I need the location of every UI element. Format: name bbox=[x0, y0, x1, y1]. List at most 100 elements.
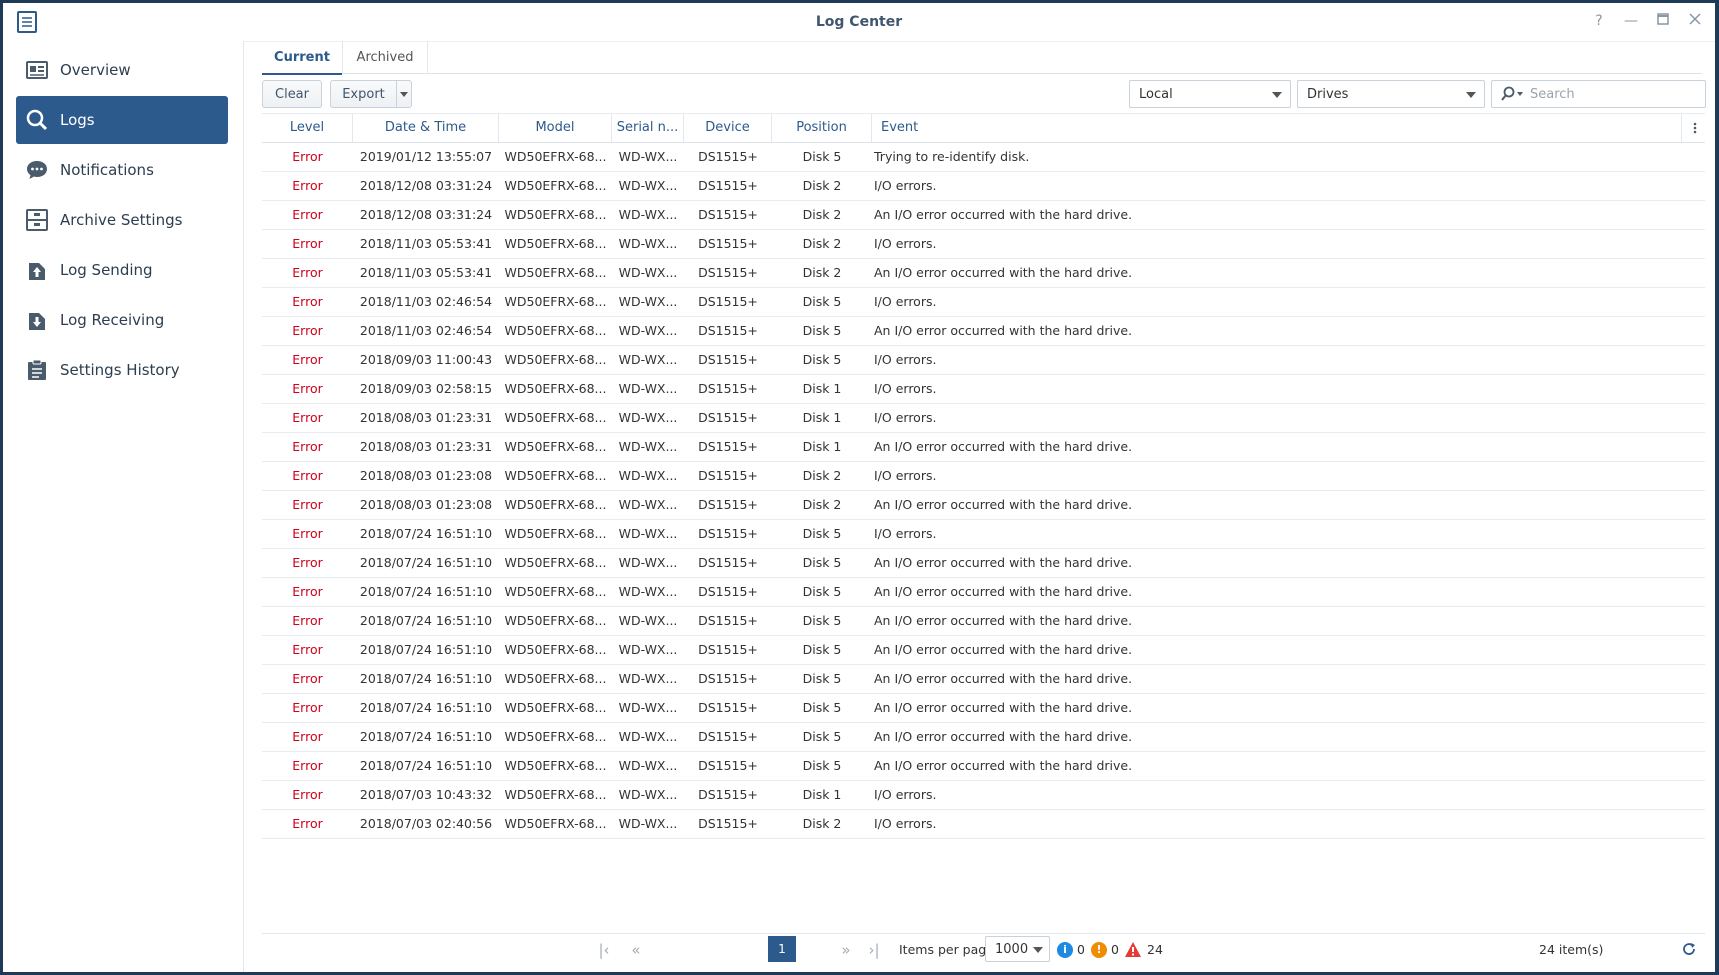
cell-date-time: 2018/08/03 01:23:08 bbox=[359, 468, 493, 483]
cell-model: WD50EFRX-68... bbox=[504, 352, 607, 367]
sidebar-item-logs[interactable]: Logs bbox=[16, 96, 228, 144]
tab-current[interactable]: Current bbox=[262, 41, 342, 75]
column-header-device[interactable]: Device bbox=[684, 114, 772, 142]
search-icon[interactable] bbox=[1500, 86, 1530, 102]
cell-position: Disk 5 bbox=[802, 613, 842, 628]
cell-level: Error bbox=[292, 758, 323, 773]
next-page-icon[interactable]: » bbox=[832, 938, 860, 962]
first-page-icon[interactable]: |‹ bbox=[592, 938, 616, 962]
cell-event: Trying to re-identify disk. bbox=[874, 149, 1030, 164]
log-type-select[interactable]: Drives bbox=[1297, 80, 1485, 108]
cell-level: Error bbox=[292, 816, 323, 831]
column-header-level[interactable]: Level bbox=[262, 114, 353, 142]
source-select[interactable]: Local bbox=[1129, 80, 1291, 108]
column-header-position[interactable]: Position bbox=[772, 114, 872, 142]
table-row[interactable]: Error 2018/11/03 02:46:54 WD50EFRX-68... WD… bbox=[262, 288, 1705, 317]
table-row[interactable]: Error 2018/09/03 02:58:15 WD50EFRX-68... WD… bbox=[262, 375, 1705, 404]
help-icon[interactable]: ? bbox=[1590, 12, 1608, 30]
table-row[interactable]: Error 2018/07/03 10:43:32 WD50EFRX-68... WD… bbox=[262, 781, 1705, 810]
minimize-icon[interactable]: — bbox=[1622, 12, 1640, 30]
cell-position: Disk 2 bbox=[802, 178, 842, 193]
table-row[interactable]: Error 2018/07/24 16:51:10 WD50EFRX-68... WD… bbox=[262, 636, 1705, 665]
table-row[interactable]: Error 2018/07/24 16:51:10 WD50EFRX-68... WD… bbox=[262, 752, 1705, 781]
table-row[interactable]: Error 2018/11/03 05:53:41 WD50EFRX-68... WD… bbox=[262, 230, 1705, 259]
cell-event: An I/O error occurred with the hard driv… bbox=[874, 700, 1133, 715]
chevron-down-icon bbox=[1466, 92, 1476, 98]
export-button[interactable]: Export bbox=[330, 80, 397, 108]
table-row[interactable]: Error 2018/07/24 16:51:10 WD50EFRX-68... WD… bbox=[262, 694, 1705, 723]
export-dropdown-button[interactable] bbox=[396, 80, 412, 108]
maximize-icon[interactable] bbox=[1654, 12, 1672, 30]
source-select-value: Local bbox=[1139, 87, 1173, 102]
cell-serial: WD-WX... bbox=[618, 526, 678, 541]
sidebar-item-label: Overview bbox=[60, 61, 131, 79]
sidebar-item-label: Settings History bbox=[60, 361, 180, 379]
table-row[interactable]: Error 2018/07/24 16:51:10 WD50EFRX-68... WD… bbox=[262, 578, 1705, 607]
cell-serial: WD-WX... bbox=[618, 439, 678, 454]
refresh-icon[interactable] bbox=[1682, 942, 1696, 956]
column-menu-icon[interactable] bbox=[1690, 121, 1700, 135]
cell-device: DS1515+ bbox=[698, 497, 758, 512]
sidebar-item-settings-history[interactable]: Settings History bbox=[16, 346, 228, 394]
cell-device: DS1515+ bbox=[698, 439, 758, 454]
table-row[interactable]: Error 2018/12/08 03:31:24 WD50EFRX-68... WD… bbox=[262, 172, 1705, 201]
table-row[interactable]: Error 2018/11/03 02:46:54 WD50EFRX-68... WD… bbox=[262, 317, 1705, 346]
last-page-icon[interactable]: ›| bbox=[862, 938, 886, 962]
table-row[interactable]: Error 2018/12/08 03:31:24 WD50EFRX-68... WD… bbox=[262, 201, 1705, 230]
cell-model: WD50EFRX-68... bbox=[504, 265, 607, 280]
table-body: Error 2019/01/12 13:55:07 WD50EFRX-68... WD… bbox=[262, 143, 1705, 839]
table-row[interactable]: Error 2018/07/24 16:51:10 WD50EFRX-68... WD… bbox=[262, 520, 1705, 549]
table-row[interactable]: Error 2018/07/24 16:51:10 WD50EFRX-68... WD… bbox=[262, 549, 1705, 578]
sidebar-item-overview[interactable]: Overview bbox=[16, 46, 228, 94]
table-row[interactable]: Error 2018/09/03 11:00:43 WD50EFRX-68... WD… bbox=[262, 346, 1705, 375]
cell-level: Error bbox=[292, 700, 323, 715]
column-header-serial[interactable]: Serial n... bbox=[612, 114, 684, 142]
title-bar: Log Center ? — bbox=[3, 3, 1715, 42]
cell-event: An I/O error occurred with the hard driv… bbox=[874, 729, 1133, 744]
table-row[interactable]: Error 2018/07/24 16:51:10 WD50EFRX-68... WD… bbox=[262, 723, 1705, 752]
cell-serial: WD-WX... bbox=[618, 236, 678, 251]
sidebar-item-log-receiving[interactable]: Log Receiving bbox=[16, 296, 228, 344]
cell-event: An I/O error occurred with the hard driv… bbox=[874, 497, 1133, 512]
column-header-model[interactable]: Model bbox=[499, 114, 612, 142]
cell-serial: WD-WX... bbox=[618, 816, 678, 831]
download-icon bbox=[26, 309, 48, 331]
table-row[interactable]: Error 2018/07/24 16:51:10 WD50EFRX-68... WD… bbox=[262, 607, 1705, 636]
column-header-event[interactable]: Event bbox=[872, 114, 1682, 142]
table-row[interactable]: Error 2018/08/03 01:23:08 WD50EFRX-68... WD… bbox=[262, 491, 1705, 520]
clear-button[interactable]: Clear bbox=[262, 80, 322, 108]
sidebar-item-log-sending[interactable]: Log Sending bbox=[16, 246, 228, 294]
cell-date-time: 2018/07/24 16:51:10 bbox=[359, 584, 493, 599]
cell-level: Error bbox=[292, 323, 323, 338]
cell-position: Disk 2 bbox=[802, 468, 842, 483]
close-icon[interactable] bbox=[1686, 12, 1704, 30]
tab-divider bbox=[427, 41, 428, 73]
cell-model: WD50EFRX-68... bbox=[504, 323, 607, 338]
table-row[interactable]: Error 2018/08/03 01:23:31 WD50EFRX-68... WD… bbox=[262, 404, 1705, 433]
table-row[interactable]: Error 2018/07/24 16:51:10 WD50EFRX-68... WD… bbox=[262, 665, 1705, 694]
cell-level: Error bbox=[292, 468, 323, 483]
table-row[interactable]: Error 2018/11/03 05:53:41 WD50EFRX-68... WD… bbox=[262, 259, 1705, 288]
cell-event: I/O errors. bbox=[874, 236, 937, 251]
tab-archived[interactable]: Archived bbox=[343, 41, 427, 73]
table-row[interactable]: Error 2018/08/03 01:23:08 WD50EFRX-68... WD… bbox=[262, 462, 1705, 491]
cell-date-time: 2019/01/12 13:55:07 bbox=[359, 149, 493, 164]
current-page-button[interactable]: 1 bbox=[768, 936, 796, 962]
sidebar-item-notifications[interactable]: Notifications bbox=[16, 146, 228, 194]
cell-model: WD50EFRX-68... bbox=[504, 526, 607, 541]
table-row[interactable]: Error 2018/07/03 02:40:56 WD50EFRX-68... WD… bbox=[262, 810, 1705, 839]
sidebar-item-archive-settings[interactable]: Archive Settings bbox=[16, 196, 228, 244]
window-title: Log Center bbox=[815, 14, 903, 30]
column-header-date-time[interactable]: Date & Time bbox=[353, 114, 499, 142]
cell-event: I/O errors. bbox=[874, 816, 937, 831]
cell-event: An I/O error occurred with the hard driv… bbox=[874, 584, 1133, 599]
cell-device: DS1515+ bbox=[698, 584, 758, 599]
table-row[interactable]: Error 2018/08/03 01:23:31 WD50EFRX-68... WD… bbox=[262, 433, 1705, 462]
previous-page-icon[interactable]: « bbox=[622, 938, 650, 962]
table-row[interactable]: Error 2019/01/12 13:55:07 WD50EFRX-68... WD… bbox=[262, 143, 1705, 172]
sidebar-item-label: Logs bbox=[60, 111, 95, 129]
cell-level: Error bbox=[292, 236, 323, 251]
cell-serial: WD-WX... bbox=[618, 584, 678, 599]
items-per-page-select[interactable]: 1000 bbox=[985, 936, 1050, 962]
info-icon: i bbox=[1057, 942, 1073, 958]
